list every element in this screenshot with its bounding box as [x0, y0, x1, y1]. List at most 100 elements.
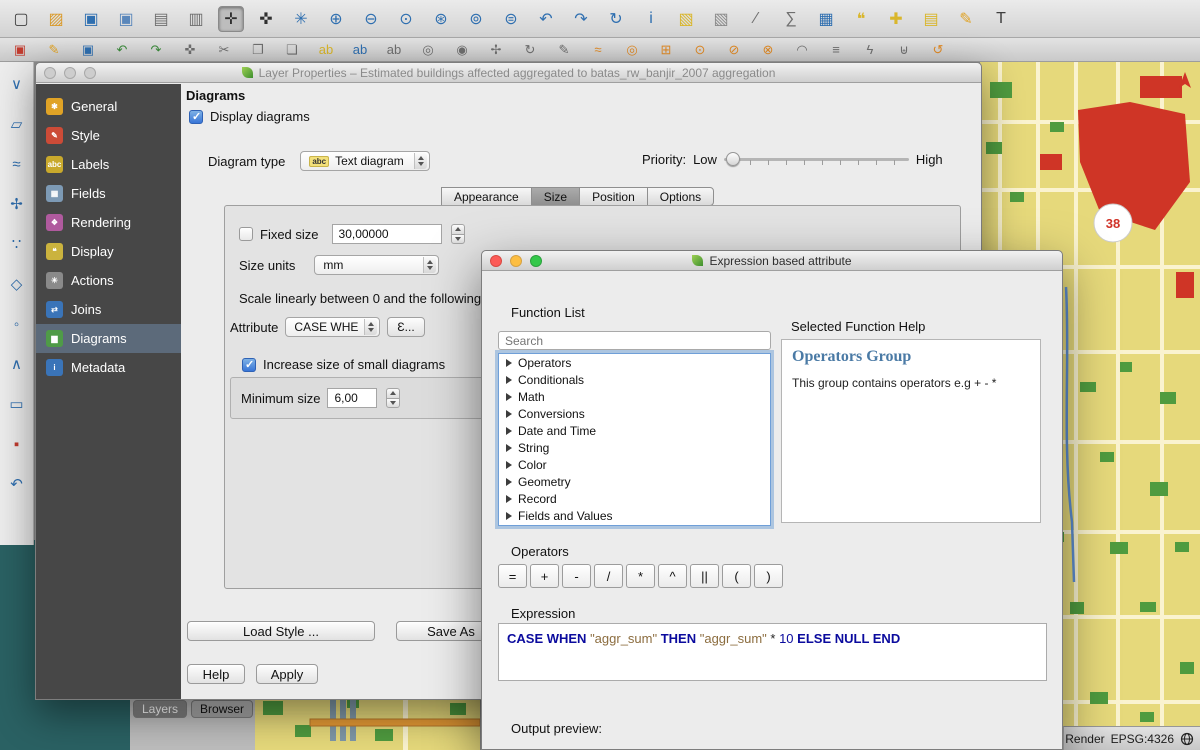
save-project-as-icon[interactable]: ▣ — [113, 6, 139, 32]
function-group-row[interactable]: Record — [499, 490, 770, 507]
toggle-editing-icon[interactable]: ✎ — [42, 40, 66, 60]
new-project-icon[interactable]: ▢ — [8, 6, 34, 32]
reshape-feature-icon[interactable]: ∧ — [5, 352, 29, 376]
expand-triangle-icon[interactable] — [506, 444, 512, 452]
capture-polygon-icon[interactable]: ▱ — [5, 112, 29, 136]
zoom-to-layer-icon[interactable]: ⊚ — [463, 6, 489, 32]
offset-curve-icon[interactable]: ≡ — [824, 40, 848, 60]
capture-line-icon[interactable]: ∨ — [5, 72, 29, 96]
operator-button[interactable]: ^ — [658, 564, 687, 588]
map-canvas-bottom[interactable] — [255, 695, 480, 750]
apply-button[interactable]: Apply — [256, 664, 318, 684]
minimum-size-stepper[interactable] — [386, 388, 400, 408]
function-group-row[interactable]: Conversions — [499, 405, 770, 422]
minimum-size-input[interactable] — [327, 388, 377, 408]
size-units-dropdown[interactable]: mm — [314, 255, 439, 275]
delete-feature-icon[interactable]: ▪ — [5, 432, 29, 456]
operator-button[interactable]: * — [626, 564, 655, 588]
label-settings-icon[interactable]: ab — [382, 40, 406, 60]
help-button[interactable]: Help — [187, 664, 245, 684]
label-blue-icon[interactable]: ab — [348, 40, 372, 60]
zoom-full-icon[interactable]: ⊛ — [428, 6, 454, 32]
fill-ring-icon[interactable]: ⊙ — [688, 40, 712, 60]
zoom-out-icon[interactable]: ⊖ — [358, 6, 384, 32]
tab-options[interactable]: Options — [647, 187, 714, 206]
zoom-last-icon[interactable]: ↶ — [533, 6, 559, 32]
measure-icon[interactable]: ∕ — [743, 6, 769, 32]
function-group-row[interactable]: Fields and Values — [499, 507, 770, 524]
sidebar-item-display[interactable]: ❝ Display — [36, 237, 181, 266]
sidebar-item-actions[interactable]: ✳ Actions — [36, 266, 181, 295]
expand-triangle-icon[interactable] — [506, 427, 512, 435]
cut-features-icon[interactable]: ✂ — [212, 40, 236, 60]
tab-appearance[interactable]: Appearance — [441, 187, 531, 206]
current-edits-icon[interactable]: ▣ — [8, 40, 32, 60]
operator-button[interactable]: ) — [754, 564, 783, 588]
dock-tab-browser[interactable]: Browser — [191, 700, 253, 718]
expand-triangle-icon[interactable] — [506, 376, 512, 384]
expand-triangle-icon[interactable] — [506, 393, 512, 401]
tab-position[interactable]: Position — [579, 187, 647, 206]
rotate-feature-icon[interactable]: ↺ — [926, 40, 950, 60]
paste-features-icon[interactable]: ❏ — [280, 40, 304, 60]
split-features-icon[interactable]: ϟ — [858, 40, 882, 60]
map-refresh-icon[interactable]: ↻ — [603, 6, 629, 32]
add-ring-icon[interactable]: ◎ — [620, 40, 644, 60]
function-group-row[interactable]: Geometry — [499, 473, 770, 490]
split-line-icon[interactable]: ▭ — [5, 392, 29, 416]
simplify-feature-icon[interactable]: ≈ — [586, 40, 610, 60]
zoom-button[interactable] — [84, 67, 96, 79]
open-project-icon[interactable]: ▨ — [43, 6, 69, 32]
sidebar-item-metadata[interactable]: i Metadata — [36, 353, 181, 382]
sidebar-item-general[interactable]: ✱ General — [36, 92, 181, 121]
operator-button[interactable]: / — [594, 564, 623, 588]
sidebar-item-diagrams[interactable]: ▆ Diagrams — [36, 324, 181, 353]
dock-tab-layers[interactable]: Layers — [133, 700, 187, 718]
pan-to-selection-icon[interactable]: ✜ — [253, 6, 279, 32]
label-pin-icon[interactable]: ◎ — [416, 40, 440, 60]
identify-icon[interactable]: i — [638, 6, 664, 32]
delete-part-icon[interactable]: ⊗ — [756, 40, 780, 60]
operator-button[interactable]: = — [498, 564, 527, 588]
zoom-button[interactable] — [530, 255, 542, 267]
function-group-row[interactable]: String — [499, 439, 770, 456]
label-show-hide-icon[interactable]: ◉ — [450, 40, 474, 60]
sidebar-item-joins[interactable]: ⇄ Joins — [36, 295, 181, 324]
expand-triangle-icon[interactable] — [506, 512, 512, 520]
expand-triangle-icon[interactable] — [506, 461, 512, 469]
expand-triangle-icon[interactable] — [506, 495, 512, 503]
move-label-icon[interactable]: ✢ — [484, 40, 508, 60]
minimize-button[interactable] — [510, 255, 522, 267]
capture-curve-icon[interactable]: ≈ — [5, 152, 29, 176]
function-group-row[interactable]: Color — [499, 456, 770, 473]
capture-point-icon[interactable]: ◦ — [5, 312, 29, 336]
new-bookmark-icon[interactable]: ✚ — [883, 6, 909, 32]
function-group-row[interactable]: Conditionals — [499, 371, 770, 388]
undo-icon[interactable]: ↶ — [110, 40, 134, 60]
operator-button[interactable]: || — [690, 564, 719, 588]
move-feature-icon[interactable]: ✢ — [5, 192, 29, 216]
labeling-icon[interactable]: ab — [314, 40, 338, 60]
undo-edit-icon[interactable]: ↶ — [5, 472, 29, 496]
pan-map-icon[interactable]: ✛ — [218, 6, 244, 32]
search-input[interactable] — [498, 331, 771, 350]
zoom-to-selection-icon[interactable]: ⊜ — [498, 6, 524, 32]
redo-icon[interactable]: ↷ — [144, 40, 168, 60]
node-tool-icon[interactable]: ✜ — [178, 40, 202, 60]
dialog-titlebar[interactable]: Expression based attribute — [482, 251, 1062, 271]
map-tips-icon[interactable]: ❝ — [848, 6, 874, 32]
select-vertex-icon[interactable]: ◇ — [5, 272, 29, 296]
operator-button[interactable]: ( — [722, 564, 751, 588]
operator-button[interactable]: - — [562, 564, 591, 588]
new-composer-icon[interactable]: ▤ — [148, 6, 174, 32]
copy-features-icon[interactable]: ❐ — [246, 40, 270, 60]
slider-thumb[interactable] — [726, 152, 740, 166]
fixed-size-checkbox[interactable] — [239, 227, 253, 241]
diagram-type-dropdown[interactable]: abc Text diagram — [300, 151, 430, 171]
sidebar-item-fields[interactable]: ▦ Fields — [36, 179, 181, 208]
show-bookmarks-icon[interactable]: ▤ — [918, 6, 944, 32]
deselect-features-icon[interactable]: ▧ — [708, 6, 734, 32]
delete-ring-icon[interactable]: ⊘ — [722, 40, 746, 60]
close-button[interactable] — [44, 67, 56, 79]
fixed-size-input[interactable] — [332, 224, 442, 244]
